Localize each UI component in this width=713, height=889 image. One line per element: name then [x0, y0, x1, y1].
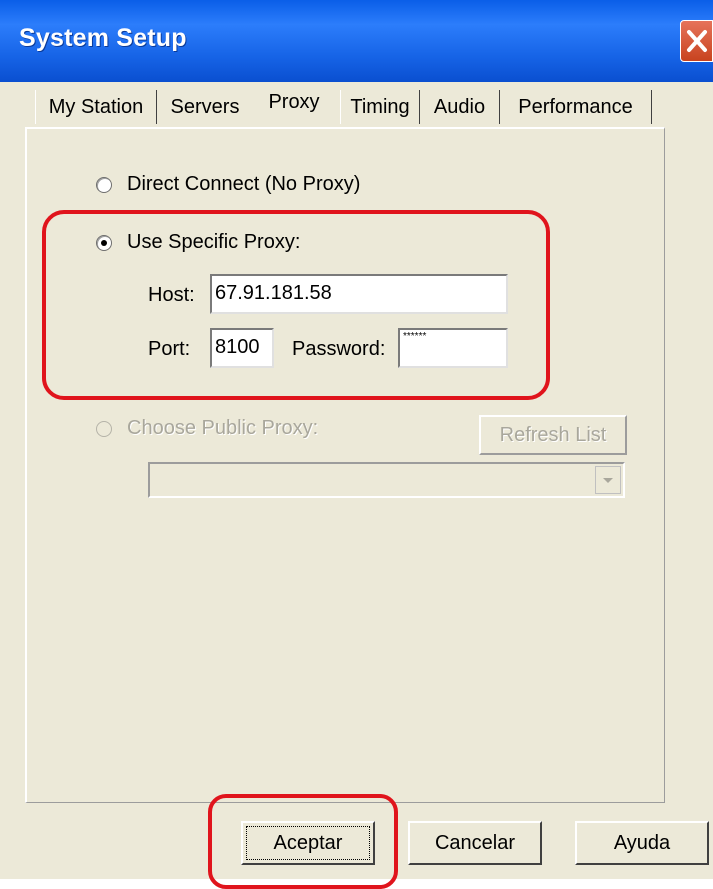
direct-connect-radio[interactable] [96, 177, 112, 193]
tab-my-station[interactable]: My Station [35, 90, 157, 124]
close-icon [687, 30, 707, 52]
public-proxy-radio[interactable] [96, 421, 112, 437]
tab-servers[interactable]: Servers [157, 90, 253, 124]
tab-timing[interactable]: Timing [340, 90, 420, 124]
ok-highlight [208, 794, 398, 889]
tab-performance[interactable]: Performance [500, 90, 652, 124]
tab-proxy[interactable]: Proxy [252, 82, 336, 126]
close-button[interactable] [680, 20, 713, 62]
refresh-list-button[interactable]: Refresh List [479, 415, 627, 455]
tab-audio[interactable]: Audio [420, 90, 500, 124]
chevron-down-icon [603, 478, 613, 483]
system-setup-window: System Setup My Station Servers Proxy Ti… [0, 0, 713, 889]
public-proxy-label: Choose Public Proxy: [127, 417, 319, 439]
window-title: System Setup [19, 24, 187, 52]
dropdown-arrow[interactable] [595, 466, 621, 494]
cancel-button[interactable]: Cancelar [408, 821, 542, 865]
help-button[interactable]: Ayuda [575, 821, 709, 865]
proxy-highlight [42, 210, 550, 400]
direct-connect-label: Direct Connect (No Proxy) [127, 173, 361, 195]
public-proxy-dropdown[interactable] [148, 462, 625, 498]
title-bar[interactable]: System Setup [0, 0, 713, 82]
